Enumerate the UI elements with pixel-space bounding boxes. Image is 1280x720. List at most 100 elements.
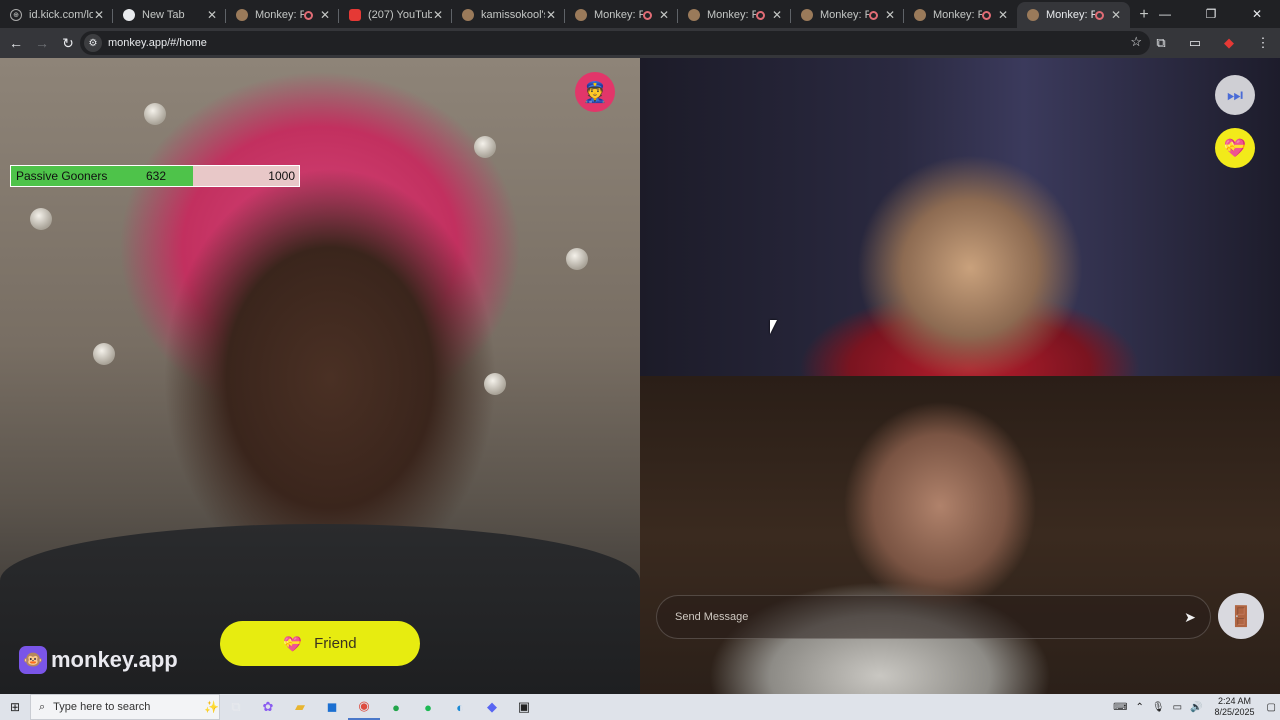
headboard-button: [474, 136, 496, 158]
tab-0[interactable]: ⊕ id.kick.com/login?✕: [0, 2, 113, 28]
address-bar[interactable]: ⚙ monkey.app/#/home ☆: [80, 31, 1150, 55]
tab-6[interactable]: Monkey: Free ✕: [678, 2, 791, 28]
message-input[interactable]: [675, 611, 1170, 623]
tab-1[interactable]: New Tab ✕: [113, 2, 226, 28]
site-info-icon[interactable]: ⚙: [84, 34, 102, 52]
menu-icon[interactable]: ⋮: [1246, 31, 1280, 55]
monkey-icon: [462, 9, 474, 21]
headboard-button: [30, 208, 52, 230]
close-window-icon[interactable]: ✕: [1234, 0, 1280, 28]
monkey-icon: [801, 9, 813, 21]
keyboard-icon[interactable]: ⌨: [1109, 702, 1131, 713]
recording-icon: [643, 10, 652, 20]
gem-heart-icon[interactable]: 💝: [1215, 128, 1255, 168]
taskbar-search[interactable]: ⌕ Type here to search ✨: [30, 694, 220, 720]
close-icon[interactable]: ✕: [771, 8, 783, 22]
recording-icon: [982, 10, 991, 20]
friend-button[interactable]: 💝 Friend: [220, 621, 420, 666]
monkey-icon: [236, 9, 248, 21]
sparkle-icon: ✨: [204, 700, 219, 714]
close-icon[interactable]: ✕: [658, 8, 670, 22]
clock[interactable]: 2:24 AM 8/25/2025: [1207, 696, 1263, 718]
tab-8[interactable]: Monkey: Free ✕: [904, 2, 1017, 28]
monkey-icon: [688, 9, 700, 21]
video-chat-area: Passive Gooners 632 1000 👮 ⏭ 💝 🐵 monkey.…: [0, 58, 1280, 694]
chrome-icon[interactable]: ◉: [348, 694, 380, 720]
tab-4[interactable]: kamissokool's For✕: [452, 2, 565, 28]
tab-title: Monkey: Free: [1046, 9, 1095, 21]
close-icon[interactable]: ✕: [319, 8, 331, 22]
recording-icon: [869, 10, 878, 20]
close-icon[interactable]: ✕: [93, 8, 105, 22]
file-explorer-icon[interactable]: ▰: [284, 694, 316, 720]
friend-label: Friend: [314, 635, 357, 652]
close-icon[interactable]: ✕: [1110, 8, 1122, 22]
close-icon[interactable]: ✕: [997, 8, 1009, 22]
tab-title: Monkey: Free: [933, 9, 982, 21]
recording-icon: [756, 10, 765, 20]
tab-3[interactable]: (207) YouTube✕: [339, 2, 452, 28]
globe-icon: ⊕: [10, 9, 22, 21]
epic-games-icon[interactable]: ▣: [508, 694, 540, 720]
send-icon[interactable]: ➤: [1170, 597, 1210, 637]
search-icon: ⌕: [39, 700, 46, 713]
xbox-icon[interactable]: ●: [380, 694, 412, 720]
tab-5[interactable]: Monkey: Free ✕: [565, 2, 678, 28]
self-video-bottom: [640, 376, 1280, 694]
edge-icon[interactable]: ◐: [444, 694, 476, 720]
score-bar: Passive Gooners 632 1000: [10, 165, 300, 187]
close-icon[interactable]: ✕: [884, 8, 896, 22]
monkey-icon: 🐵: [19, 646, 47, 674]
partner-video: [0, 58, 640, 694]
bookmark-star-icon[interactable]: ☆: [1130, 34, 1142, 50]
toolbar-actions: ⧉ ▭ ◆ ⋮: [1144, 31, 1280, 55]
forward-icon[interactable]: →: [30, 31, 54, 55]
window-controls: — ❐ ✕: [1142, 0, 1280, 28]
copilot-icon[interactable]: ✿: [252, 694, 284, 720]
system-tray: ⌨ ⌃ 🎙 ▭ 🔊 2:24 AM 8/25/2025 ▢: [1109, 694, 1280, 720]
tab-strip: ⊕id.kick.com/login?✕ New Tab✕ Monkey: Fr…: [0, 0, 1280, 28]
clock-time: 2:24 AM: [1218, 696, 1252, 706]
close-icon[interactable]: ✕: [545, 8, 557, 22]
headboard-button: [144, 103, 166, 125]
self-video-top: [640, 58, 1280, 376]
police-officer-icon[interactable]: 👮: [575, 72, 615, 112]
extensions-icon[interactable]: ⧉: [1144, 31, 1178, 55]
close-icon[interactable]: ✕: [432, 8, 444, 22]
fast-forward-icon[interactable]: ⏭: [1215, 75, 1255, 115]
chrome-icon: [123, 9, 135, 21]
score-current: 632: [146, 169, 167, 183]
spotify-icon[interactable]: ●: [412, 694, 444, 720]
clock-date: 8/25/2025: [1214, 707, 1255, 717]
restore-icon[interactable]: ❐: [1188, 0, 1234, 28]
outlook-icon[interactable]: ◼: [316, 694, 348, 720]
tab-7[interactable]: Monkey: Free ✕: [791, 2, 904, 28]
volume-icon[interactable]: 🔊: [1186, 702, 1206, 713]
monkey-icon: [1027, 9, 1039, 21]
close-icon[interactable]: ✕: [206, 8, 218, 22]
notification-icon[interactable]: ▢: [1263, 702, 1280, 713]
tab-9-active[interactable]: Monkey: Free ✕: [1017, 2, 1130, 28]
tab-2[interactable]: Monkey: Free ✕: [226, 2, 339, 28]
side-panel-icon[interactable]: ▭: [1178, 31, 1212, 55]
url-text[interactable]: monkey.app/#/home: [108, 37, 207, 49]
minimize-icon[interactable]: —: [1142, 0, 1188, 28]
reload-icon[interactable]: ↻: [56, 31, 80, 55]
tab-title: id.kick.com/login?: [29, 9, 93, 21]
discord-icon[interactable]: ◆: [476, 694, 508, 720]
headboard-button: [93, 343, 115, 365]
taskbar-search-placeholder: Type here to search: [53, 701, 151, 713]
back-icon[interactable]: ←: [4, 31, 28, 55]
network-icon[interactable]: ▭: [1169, 702, 1186, 713]
score-max: 1000: [268, 169, 295, 183]
microphone-icon[interactable]: 🎙: [1148, 702, 1169, 713]
brand-logo: 🐵 monkey.app: [19, 646, 178, 674]
task-view-icon[interactable]: ⧉: [220, 694, 252, 720]
profile-extension-icon[interactable]: ◆: [1212, 31, 1246, 55]
door-icon[interactable]: 🚪: [1218, 593, 1264, 639]
chevron-up-icon[interactable]: ⌃: [1132, 702, 1148, 713]
windows-start-icon[interactable]: ⊞: [0, 694, 30, 720]
taskbar: ⊞ ⌕ Type here to search ✨ ⧉ ✿ ▰ ◼ ◉ ● ● …: [0, 694, 1280, 720]
tab-title: Monkey: Free: [707, 9, 756, 21]
tab-title: kamissokool's For: [481, 9, 545, 21]
